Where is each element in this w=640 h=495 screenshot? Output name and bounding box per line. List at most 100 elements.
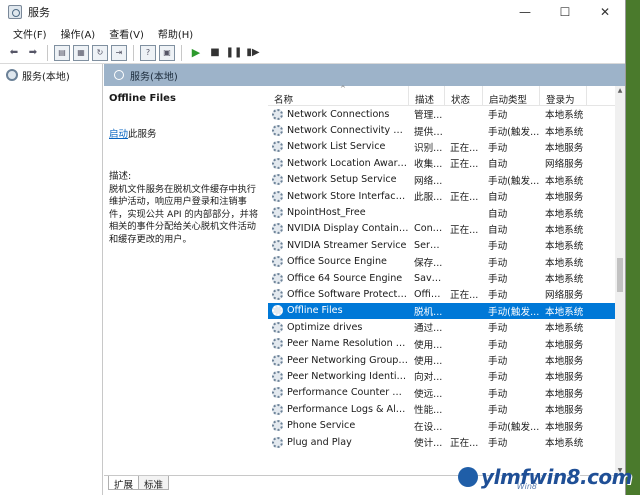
service-name-text: Peer Name Resolution Pr...	[287, 338, 409, 350]
gear-icon	[272, 370, 283, 382]
service-startup-type-cell: 手动	[488, 356, 508, 368]
service-status-cell: 正在...	[450, 224, 479, 236]
menu-action[interactable]: 操作(A)	[54, 26, 103, 41]
stop-service-icon[interactable]: ■	[207, 45, 223, 61]
table-row[interactable]: Network Location Aware... 收集... 正在... 自动 网络服…	[268, 155, 615, 171]
table-row[interactable]: Office 64 Source Engine Save... 手动 本地系统	[268, 270, 615, 286]
table-row[interactable]: Office Source Engine 保存... 手动 本地系统	[268, 254, 615, 270]
service-logon-cell: 本地服务	[545, 372, 584, 384]
service-logon-cell: 本地服务	[545, 142, 584, 154]
service-name-cell: Network Connections	[268, 108, 409, 120]
tree-item-services-local[interactable]: 服务(本地)	[6, 67, 102, 83]
table-row[interactable]: Network Connections 管理... 手动 本地系统	[268, 106, 615, 122]
service-logon-cell: 本地系统	[545, 224, 584, 236]
menu-help[interactable]: 帮助(H)	[151, 26, 200, 41]
gear-icon	[272, 321, 283, 333]
tab-extended[interactable]: 扩展	[108, 476, 140, 491]
export-list-icon[interactable]: ⇥	[111, 44, 127, 61]
service-description-cell: 在设...	[414, 421, 443, 433]
toolbar-separator	[181, 44, 182, 61]
table-row[interactable]: Plug and Play 使计... 正在... 手动 本地系统	[268, 434, 615, 450]
service-logon-cell: 本地系统	[545, 306, 584, 318]
minimize-button[interactable]: —	[505, 0, 545, 24]
maximize-button[interactable]: ☐	[545, 0, 585, 24]
service-startup-type-cell: 手动	[488, 274, 508, 286]
gear-icon	[272, 403, 283, 415]
gear-icon	[272, 190, 283, 202]
service-name-cell: NVIDIA Streamer Service	[268, 239, 409, 251]
watermark-subtext: Win8	[516, 482, 537, 491]
watermark-text: ylmfwin8.com	[481, 465, 632, 489]
services-app-icon	[8, 5, 22, 19]
menu-file[interactable]: 文件(F)	[6, 26, 54, 41]
gear-icon	[272, 141, 283, 153]
vertical-scrollbar[interactable]: ▲ ▼	[615, 86, 625, 475]
content-header: 服务(本地)	[104, 64, 625, 86]
service-name-text: Office Software Protectio...	[287, 288, 409, 300]
gear-icon	[6, 69, 18, 81]
column-header-description[interactable]: 描述	[409, 86, 445, 105]
table-row[interactable]: Offline Files 脱机... 手动(触发... 本地系统	[268, 302, 615, 320]
tree-item-label: 服务(本地)	[22, 71, 70, 83]
help-icon[interactable]: ?	[140, 44, 156, 61]
service-description-cell: 提供 ...	[414, 126, 445, 138]
table-row[interactable]: Peer Networking Identity... 向对... 手动 本地服务	[268, 368, 615, 384]
description-text: 脱机文件服务在脱机文件缓存中执行维护活动，响应用户登录和注销事件，实现公共 AP…	[109, 184, 259, 245]
column-header-name[interactable]: 名称	[268, 86, 409, 105]
table-row[interactable]: Network Setup Service 网络... 手动(触发... 本地系统	[268, 172, 615, 188]
gear-icon	[272, 157, 283, 169]
gear-icon	[272, 387, 283, 399]
back-arrow-icon[interactable]: ⬅	[6, 45, 22, 61]
column-header-startup-type[interactable]: 启动类型	[483, 86, 540, 105]
close-button[interactable]: ✕	[585, 0, 625, 24]
show-hide-console-tree-icon[interactable]: ▤	[54, 44, 70, 61]
table-row[interactable]: Optimize drives 通过... 手动 本地系统	[268, 319, 615, 335]
tab-standard[interactable]: 标准	[138, 476, 170, 491]
properties-icon[interactable]: ▣	[159, 44, 175, 61]
table-row[interactable]: Phone Service 在设... 手动(触发... 本地服务	[268, 417, 615, 433]
properties-list-icon[interactable]: ▦	[73, 44, 89, 61]
scrollbar-thumb[interactable]	[617, 258, 623, 292]
service-name-cell: Network List Service	[268, 141, 409, 153]
gear-icon	[272, 223, 283, 235]
column-header-log-on-as[interactable]: 登录为	[540, 86, 587, 105]
column-header-status[interactable]: 状态	[445, 86, 483, 105]
service-description-cell: Offic...	[414, 288, 445, 300]
service-name-text: Performance Counter DL...	[287, 387, 409, 399]
start-service-icon[interactable]: ▶	[188, 45, 204, 61]
table-row[interactable]: Network List Service 识别... 正在... 手动 本地服务	[268, 139, 615, 155]
magnifier-icon	[114, 70, 124, 80]
gear-icon	[272, 207, 283, 219]
start-service-link[interactable]: 启动	[109, 129, 128, 140]
service-description-cell: 使计...	[414, 438, 443, 449]
restart-service-icon[interactable]: ▮▶	[245, 45, 261, 61]
service-logon-cell: 本地系统	[545, 208, 584, 220]
table-row[interactable]: Network Store Interface ... 此服... 正在... 自动 本…	[268, 188, 615, 204]
table-row[interactable]: Performance Counter DL... 使远... 手动 本地服务	[268, 385, 615, 401]
pause-service-icon[interactable]: ❚❚	[226, 45, 243, 61]
service-description-cell: 收集...	[414, 159, 443, 171]
forward-arrow-icon[interactable]: ➡	[25, 45, 41, 61]
table-row[interactable]: Peer Networking Groupi... 使用... 手动 本地服务	[268, 352, 615, 368]
service-logon-cell: 本地系统	[545, 438, 584, 449]
table-row[interactable]: NVIDIA Display Containe... Cont... 正在... 自动…	[268, 221, 615, 237]
table-row[interactable]: Peer Name Resolution Pr... 使用... 手动 本地服务	[268, 335, 615, 351]
service-description-cell: 脱机...	[414, 306, 443, 318]
gear-icon	[272, 125, 283, 137]
service-startup-type-cell: 手动(触发...	[488, 126, 540, 138]
table-row[interactable]: NVIDIA Streamer Service Servi... 手动 本地系统	[268, 237, 615, 253]
table-row[interactable]: Network Connectivity Ass... 提供 ... 手动(触发..…	[268, 122, 615, 138]
main-area: 服务(本地) 服务(本地) Offline Files 启动此服务 描述: 脱机…	[0, 64, 625, 495]
service-name-text: Peer Networking Identity...	[287, 370, 409, 382]
service-name-text: Plug and Play	[287, 436, 352, 448]
service-logon-cell: 本地系统	[545, 257, 584, 269]
table-row[interactable]: Performance Logs & Aler... 性能... 手动 本地服务	[268, 401, 615, 417]
table-row[interactable]: Office Software Protectio... Offic... 正在..…	[268, 286, 615, 302]
service-name-cell: Offline Files	[268, 305, 409, 317]
scroll-up-icon[interactable]: ▲	[615, 87, 625, 94]
service-logon-cell: 本地服务	[545, 421, 584, 433]
menu-view[interactable]: 查看(V)	[102, 26, 151, 41]
table-row[interactable]: NpointHost_Free 自动 本地系统	[268, 204, 615, 220]
watermark-logo-icon	[458, 467, 479, 487]
refresh-icon[interactable]: ↻	[92, 44, 108, 61]
